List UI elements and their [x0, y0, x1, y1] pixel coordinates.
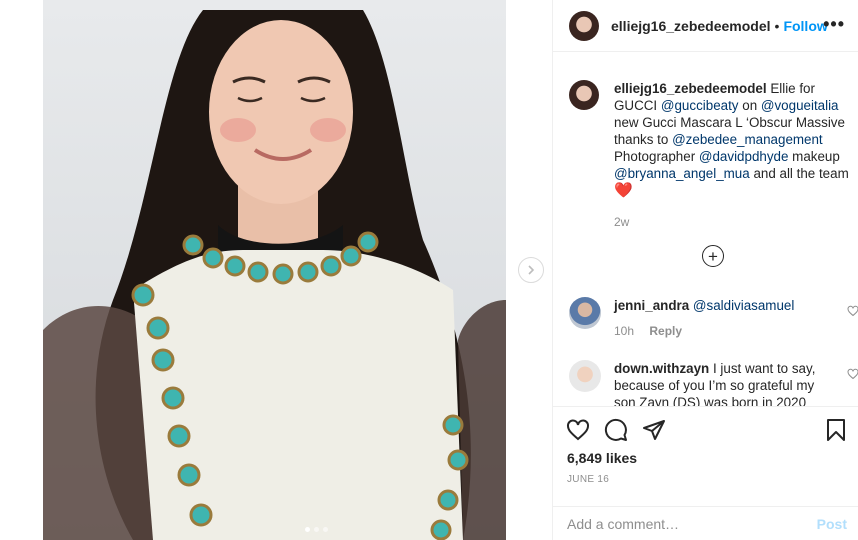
comment-body: jenni_andra @saldiviasamuel: [614, 297, 829, 314]
avatar[interactable]: [569, 360, 601, 392]
carousel-dot: [323, 527, 328, 532]
caption-fragment: Photographer: [614, 149, 696, 164]
avatar[interactable]: [569, 10, 599, 41]
mention-link[interactable]: @davidpdhyde: [699, 149, 789, 164]
next-slide-button[interactable]: [518, 257, 544, 283]
post-caption: elliejg16_zebedeemodel Ellie for GUCCI @…: [569, 80, 853, 229]
mention-link[interactable]: @bryanna_angel_mua: [614, 166, 750, 181]
heart-icon: [847, 368, 858, 380]
comment-item: down.withzayn I just want to say, becaus…: [569, 360, 858, 406]
follow-button[interactable]: Follow: [783, 18, 827, 34]
add-comment-bar: Post: [553, 506, 858, 540]
heart-icon: [567, 419, 589, 441]
avatar[interactable]: [569, 80, 599, 110]
comment-username[interactable]: jenni_andra: [614, 298, 689, 313]
comment-like-button[interactable]: [847, 368, 858, 383]
comment-item: jenni_andra @saldiviasamuel 10h Reply: [569, 297, 858, 338]
comment-body: down.withzayn I just want to say, becaus…: [614, 360, 829, 406]
comment-icon: [604, 418, 627, 441]
mention-link[interactable]: @zebedee_management: [672, 132, 823, 147]
likes-count[interactable]: 6,849 likes: [567, 450, 637, 466]
comment-meta: 10h Reply: [614, 324, 853, 338]
caption-username[interactable]: elliejg16_zebedeemodel: [614, 81, 767, 96]
post-header: elliejg16_zebedeemodel • Follow •••: [553, 0, 858, 52]
caption-fragment: makeup: [792, 149, 840, 164]
reply-button[interactable]: Reply: [649, 324, 682, 338]
like-button[interactable]: [565, 417, 591, 443]
post-media: [0, 0, 552, 540]
load-more-comments-button[interactable]: +: [702, 245, 724, 267]
carousel-dots: [305, 527, 328, 532]
bookmark-icon: [827, 419, 845, 441]
comment-username[interactable]: down.withzayn: [614, 361, 709, 376]
comment-button[interactable]: [603, 417, 629, 443]
avatar[interactable]: [569, 297, 601, 329]
post-photo[interactable]: [43, 0, 506, 540]
comment-input[interactable]: [567, 516, 797, 532]
comment-like-button[interactable]: [847, 305, 858, 320]
caption-fragment: on: [742, 98, 758, 113]
caption-fragment: and all the team: [753, 166, 849, 181]
post-date[interactable]: JUNE 16: [567, 474, 609, 485]
caption-timestamp[interactable]: 2w: [614, 215, 853, 229]
share-button[interactable]: [641, 417, 667, 443]
comment-timestamp[interactable]: 10h: [614, 324, 634, 338]
carousel-dot: [314, 527, 319, 532]
caption-text: elliejg16_zebedeemodel Ellie for GUCCI @…: [614, 80, 853, 199]
chevron-right-icon: [528, 265, 535, 275]
heart-icon: [847, 305, 858, 317]
portrait-illustration: [43, 10, 506, 540]
separator-dot: •: [774, 17, 780, 34]
share-icon: [643, 420, 665, 440]
post-comment-button[interactable]: Post: [817, 516, 847, 532]
comments-scroll-area[interactable]: elliejg16_zebedeemodel Ellie for GUCCI @…: [553, 52, 858, 406]
mention-link[interactable]: @guccibeaty: [661, 98, 739, 113]
save-button[interactable]: [823, 417, 849, 443]
carousel-dot: [305, 527, 310, 532]
action-buttons: [565, 417, 667, 443]
heart-emoji: ❤️: [614, 182, 633, 199]
more-options-icon[interactable]: •••: [823, 14, 845, 35]
header-username[interactable]: elliejg16_zebedeemodel: [611, 18, 771, 34]
mention-link[interactable]: @vogueitalia: [761, 98, 839, 113]
post-actions: 6,849 likes JUNE 16 Post: [553, 406, 858, 540]
mention-link[interactable]: @saldiviasamuel: [693, 298, 794, 313]
post-side-panel: elliejg16_zebedeemodel • Follow ••• elli…: [552, 0, 858, 540]
